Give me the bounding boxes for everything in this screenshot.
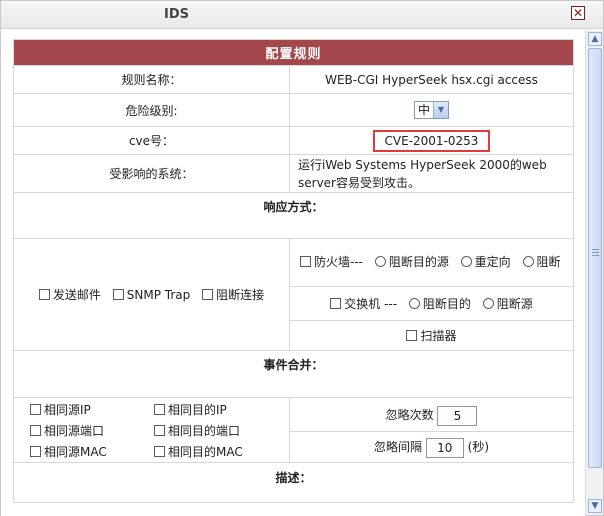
radio-icon xyxy=(408,298,420,309)
same-dst-mac-checkbox[interactable]: 相同目的MAC xyxy=(154,443,294,460)
ignore-count-label: 忽略次数 xyxy=(385,408,434,422)
ignore-count-row: 忽略次数 5 xyxy=(290,398,573,432)
affected-system-label: 受影响的系统： xyxy=(13,154,290,193)
ignore-interval-label: 忽略间隔 xyxy=(373,440,422,454)
switch-checkbox[interactable]: 交换机 --- xyxy=(330,297,397,311)
description-title: 描述： xyxy=(13,462,574,503)
danger-level-label: 危险级别: xyxy=(13,93,290,127)
checkbox-icon xyxy=(112,289,124,300)
scroll-down-icon[interactable]: ▼ xyxy=(588,499,602,513)
checkbox-icon xyxy=(300,256,311,267)
merge-option-label: 相同目的端口 xyxy=(168,423,241,438)
firewall-radio-block-dest-src[interactable]: 阻断目的源 xyxy=(374,255,449,269)
send-email-checkbox[interactable]: 发送邮件 xyxy=(38,288,101,302)
ignore-count-input[interactable]: 5 xyxy=(437,405,478,426)
firewall-checkbox[interactable]: 防火墙--- xyxy=(300,255,363,269)
checkbox-icon xyxy=(154,403,165,415)
danger-level-value: 中 xyxy=(417,103,430,117)
same-src-ip-checkbox[interactable]: 相同源IP xyxy=(30,401,154,418)
merge-option-label: 相同源IP xyxy=(44,402,91,417)
send-email-label: 发送邮件 xyxy=(52,288,101,302)
checkbox-icon xyxy=(406,330,418,341)
ignore-interval-input[interactable]: 10 xyxy=(425,437,464,458)
switch-radio-block-dest[interactable]: 阻断目的 xyxy=(408,297,471,311)
checkbox-icon xyxy=(30,424,41,436)
rule-name-value: WEB-CGI HyperSeek hsx.cgi access xyxy=(289,65,574,94)
firewall-radio-redirect[interactable]: 重定向 xyxy=(460,255,511,269)
same-src-port-checkbox[interactable]: 相同源端口 xyxy=(30,422,154,439)
checkbox-icon xyxy=(154,445,165,457)
same-src-mac-checkbox[interactable]: 相同源MAC xyxy=(30,443,154,460)
grip-line xyxy=(592,252,599,253)
firewall-radio-block[interactable]: 阻断 xyxy=(522,255,561,269)
block-connection-checkbox[interactable]: 阻断连接 xyxy=(202,288,264,302)
title-bar: IDS ✕ xyxy=(1,1,603,29)
firewall-label: 防火墙--- xyxy=(314,255,363,269)
danger-level-select[interactable]: 中 ▼ xyxy=(413,101,449,119)
affected-system-value: 运行iWeb Systems HyperSeek 2000的web server… xyxy=(298,157,547,190)
response-left-options: 发送邮件 SNMP Trap 阻断连接 xyxy=(13,238,290,351)
close-icon: ✕ xyxy=(572,6,584,20)
switch-option-label: 阻断源 xyxy=(496,297,533,311)
window-title: IDS xyxy=(164,7,189,22)
section-header: 配置规则 xyxy=(13,39,574,66)
merge-option-label: 相同源端口 xyxy=(44,423,105,438)
merge-option-label: 相同源MAC xyxy=(44,444,107,459)
grip-line xyxy=(592,255,599,256)
scanner-label: 扫描器 xyxy=(420,329,457,343)
firewall-option-label: 阻断 xyxy=(536,255,561,269)
ignore-interval-row: 忽略间隔 10 (秒) xyxy=(290,432,573,462)
scanner-checkbox[interactable]: 扫描器 xyxy=(406,329,457,343)
radio-icon xyxy=(482,298,494,309)
scrollbar-thumb[interactable] xyxy=(588,48,602,468)
cve-label: cve号： xyxy=(13,126,290,155)
merge-option-label: 相同目的IP xyxy=(168,402,227,417)
merge-checkbox-group: 相同源IP 相同目的IP 相同源端口 相同目的端口 相同源MAC 相同目的MAC xyxy=(13,397,290,463)
radio-icon xyxy=(460,256,472,267)
close-button[interactable]: ✕ xyxy=(571,6,585,20)
checkbox-icon xyxy=(202,289,214,300)
ignore-interval-unit: (秒) xyxy=(467,440,490,454)
firewall-option-label: 阻断目的源 xyxy=(388,255,449,269)
checkbox-icon xyxy=(330,298,342,309)
cve-value: CVE-2001-0253 xyxy=(372,129,491,152)
content-area: 配置规则 规则名称： WEB-CGI HyperSeek hsx.cgi acc… xyxy=(1,30,585,516)
event-merge-title: 事件合并： xyxy=(13,350,574,398)
snmp-trap-checkbox[interactable]: SNMP Trap xyxy=(112,288,191,302)
radio-icon xyxy=(522,256,534,267)
switch-label: 交换机 --- xyxy=(344,297,398,311)
firewall-option-label: 重定向 xyxy=(474,255,511,269)
checkbox-icon xyxy=(154,424,165,436)
scroll-up-icon[interactable]: ▲ xyxy=(588,32,602,46)
merge-option-label: 相同目的MAC xyxy=(168,444,243,459)
vertical-scrollbar[interactable]: ▲ ▼ xyxy=(585,30,603,515)
rule-config-table: 配置规则 规则名称： WEB-CGI HyperSeek hsx.cgi acc… xyxy=(13,39,574,503)
switch-radio-block-src[interactable]: 阻断源 xyxy=(482,297,533,311)
checkbox-icon xyxy=(30,445,41,457)
checkbox-icon xyxy=(38,289,50,300)
rule-name-label: 规则名称： xyxy=(13,65,290,94)
chevron-down-icon: ▼ xyxy=(433,102,448,118)
checkbox-icon xyxy=(30,403,41,415)
same-dst-port-checkbox[interactable]: 相同目的端口 xyxy=(154,422,294,439)
same-dst-ip-checkbox[interactable]: 相同目的IP xyxy=(154,401,294,418)
ids-dialog: IDS ✕ 配置规则 规则名称： WEB-CGI HyperSeek hsx.c… xyxy=(0,0,604,516)
response-title: 响应方式： xyxy=(13,192,574,239)
grip-line xyxy=(592,249,599,250)
snmp-trap-label: SNMP Trap xyxy=(126,288,191,302)
block-connection-label: 阻断连接 xyxy=(216,288,265,302)
radio-icon xyxy=(374,256,386,267)
switch-option-label: 阻断目的 xyxy=(422,297,471,311)
